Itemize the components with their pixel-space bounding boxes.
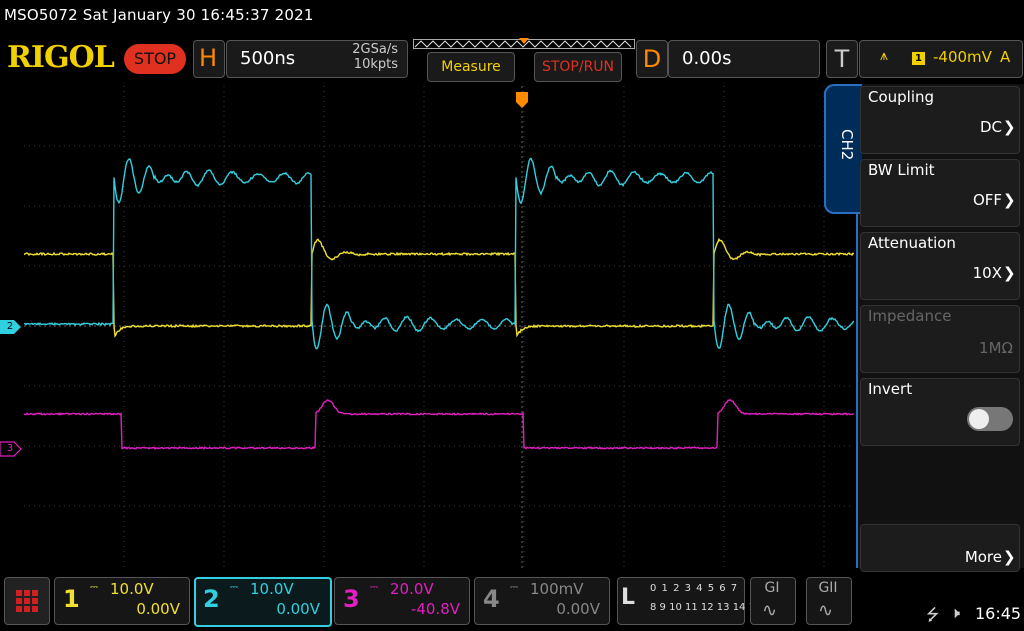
menu-more-label: More (900, 548, 1002, 566)
sine-wave-icon: ∿ (818, 600, 833, 621)
menu-coupling-label: Coupling (868, 88, 934, 106)
dc-coupling-icon: ⎓ (370, 582, 378, 593)
channel-tab-label: CH2 (826, 120, 856, 170)
delay-value: 0.00s (682, 48, 731, 69)
usb-icon: ⭍ (926, 604, 939, 631)
menu-coupling-value: DC (900, 118, 1002, 136)
ch2-scale: 10.0V (250, 580, 294, 598)
generator2-label: GII (806, 580, 850, 596)
dc-coupling-icon: ⎓ (230, 582, 238, 593)
horizontal-letter: H (193, 40, 223, 76)
measure-button[interactable]: Measure (427, 52, 515, 82)
menu-impedance-value: 1MΩ (900, 339, 1013, 357)
ch4-offset: 0.00V (510, 600, 600, 618)
ch3-scale: 20.0V (390, 580, 434, 598)
ch3-number: 3 (343, 585, 360, 613)
delay-letter[interactable]: D (636, 40, 668, 78)
sample-info: 2GSa/s 10kpts (330, 42, 398, 72)
ch4-scale: 100mV (530, 580, 584, 598)
logic-channels-row2: 8 9 10 11 12 13 14 15 (650, 602, 761, 613)
trigger-mode: A (1000, 48, 1010, 66)
apps-menu-button[interactable] (4, 577, 50, 625)
logic-letter: L (621, 585, 635, 610)
ch4-number: 4 (483, 585, 500, 613)
sound-muted-icon[interactable]: 🕨 (950, 603, 960, 623)
rising-edge-icon: ⩚ (880, 48, 888, 64)
waveform-overview-strip (413, 38, 635, 50)
dc-coupling-icon: ⎓ (90, 582, 98, 593)
chevron-right-icon: ❯ (1003, 191, 1016, 209)
chevron-right-icon: ❯ (1003, 264, 1016, 282)
ch3-offset: -40.8V (370, 600, 460, 618)
menu-bw-limit-value: OFF (900, 191, 1002, 209)
ch2-offset: 0.00V (230, 600, 320, 618)
generator1-label: GI (750, 580, 794, 596)
rigol-logo: RIGOL (7, 40, 114, 75)
waveform-display[interactable] (24, 86, 854, 569)
trigger-letter[interactable]: T (826, 40, 858, 78)
timebase-value: 500ns (240, 48, 295, 69)
trigger-level: -400mV (933, 48, 992, 66)
sine-wave-icon: ∿ (762, 600, 777, 621)
sample-rate: 2GSa/s (330, 42, 398, 57)
window-title: MSO5072 Sat January 30 16:45:37 2021 (4, 6, 314, 24)
run-state-badge[interactable]: STOP (124, 44, 186, 74)
menu-impedance-label: Impedance (868, 307, 951, 325)
ch1-offset: 0.00V (90, 600, 180, 618)
menu-attenuation-label: Attenuation (868, 234, 956, 252)
trigger-source: 1 (912, 52, 925, 65)
menu-bw-limit-label: BW Limit (868, 161, 935, 179)
menu-invert-label: Invert (868, 380, 912, 398)
ch2-marker-label: 2 (1, 320, 19, 334)
dc-coupling-icon: ⎓ (510, 582, 518, 593)
ch1-scale: 10.0V (110, 580, 154, 598)
clock: 16:45 (975, 604, 1021, 623)
ch2-number: 2 (203, 585, 220, 613)
ch1-number: 1 (63, 585, 80, 613)
chevron-right-icon: ❯ (1003, 118, 1016, 136)
grid-icon (5, 578, 49, 624)
invert-toggle-knob (969, 409, 989, 429)
ch3-marker-label: 3 (1, 442, 19, 456)
chevron-right-icon: ❯ (1003, 548, 1016, 566)
memory-depth: 10kpts (330, 57, 398, 72)
menu-attenuation-value: 10X (900, 264, 1002, 282)
stop-run-button[interactable]: STOP/RUN (534, 52, 622, 82)
logic-channels-row1: 0 1 2 3 4 5 6 7 (650, 583, 738, 594)
